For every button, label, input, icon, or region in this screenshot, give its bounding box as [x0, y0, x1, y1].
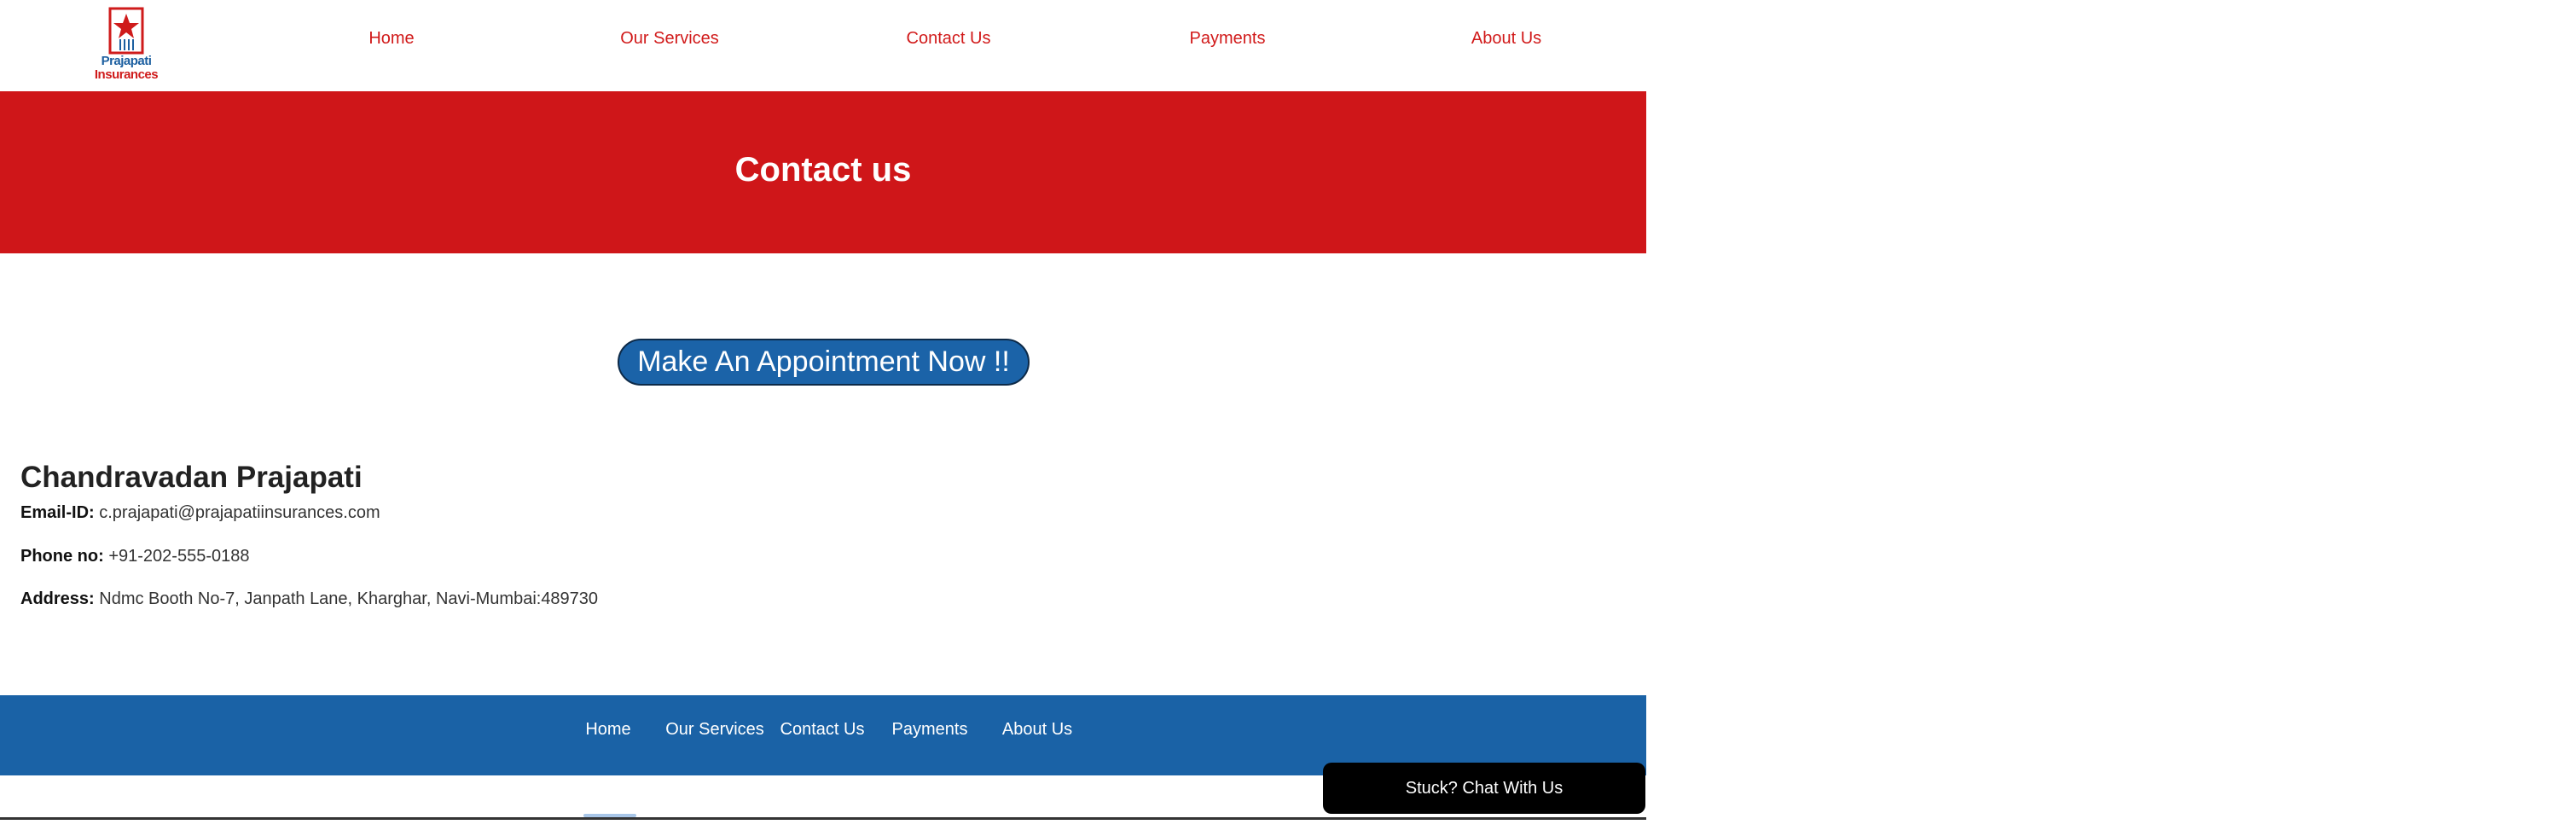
logo-text-line1: Prajapati [101, 54, 152, 68]
contact-email-row: Email-ID: c.prajapati@prajapatiinsurance… [20, 503, 380, 523]
logo[interactable]: Prajapati Insurances [92, 7, 160, 85]
page: Prajapati Insurances Home Our Services C… [0, 0, 2576, 836]
address-label: Address: [20, 589, 95, 608]
chat-button[interactable]: Stuck? Chat With Us [1323, 763, 1645, 814]
nav-home[interactable]: Home [368, 29, 414, 49]
logo-text-line2: Insurances [94, 67, 159, 82]
address-value: Ndmc Booth No-7, Janpath Lane, Kharghar,… [99, 589, 599, 608]
nav-our-services[interactable]: Our Services [620, 29, 719, 49]
page-banner: Contact us [0, 91, 1646, 253]
contact-address-row: Address: Ndmc Booth No-7, Janpath Lane, … [20, 589, 598, 609]
phone-value: +91-202-555-0188 [108, 547, 250, 566]
phone-label: Phone no: [20, 547, 104, 566]
email-label: Email-ID: [20, 503, 95, 522]
nav-about-us[interactable]: About Us [1471, 29, 1541, 49]
footer-nav-payments[interactable]: Payments [892, 720, 968, 740]
email-value: c.prajapati@prajapatiinsurances.com [99, 503, 380, 522]
make-appointment-button[interactable]: Make An Appointment Now !! [618, 339, 1030, 386]
footer-nav-home[interactable]: Home [585, 720, 630, 740]
star-shield-icon [108, 7, 144, 55]
contact-phone-row: Phone no: +91-202-555-0188 [20, 547, 249, 566]
page-title: Contact us [734, 151, 912, 189]
contact-card: Chandravadan Prajapati Email-ID: c.praja… [20, 461, 598, 608]
nav-contact-us[interactable]: Contact Us [907, 29, 991, 49]
footer-nav-our-services[interactable]: Our Services [665, 720, 764, 740]
footer-nav-about-us[interactable]: About Us [1002, 720, 1072, 740]
contact-name: Chandravadan Prajapati [20, 461, 363, 494]
nav-payments[interactable]: Payments [1190, 29, 1266, 49]
header: Prajapati Insurances Home Our Services C… [0, 0, 1646, 91]
site: Prajapati Insurances Home Our Services C… [0, 0, 1646, 836]
bottom-divider [0, 817, 1646, 820]
footer-nav-contact-us[interactable]: Contact Us [780, 720, 865, 740]
